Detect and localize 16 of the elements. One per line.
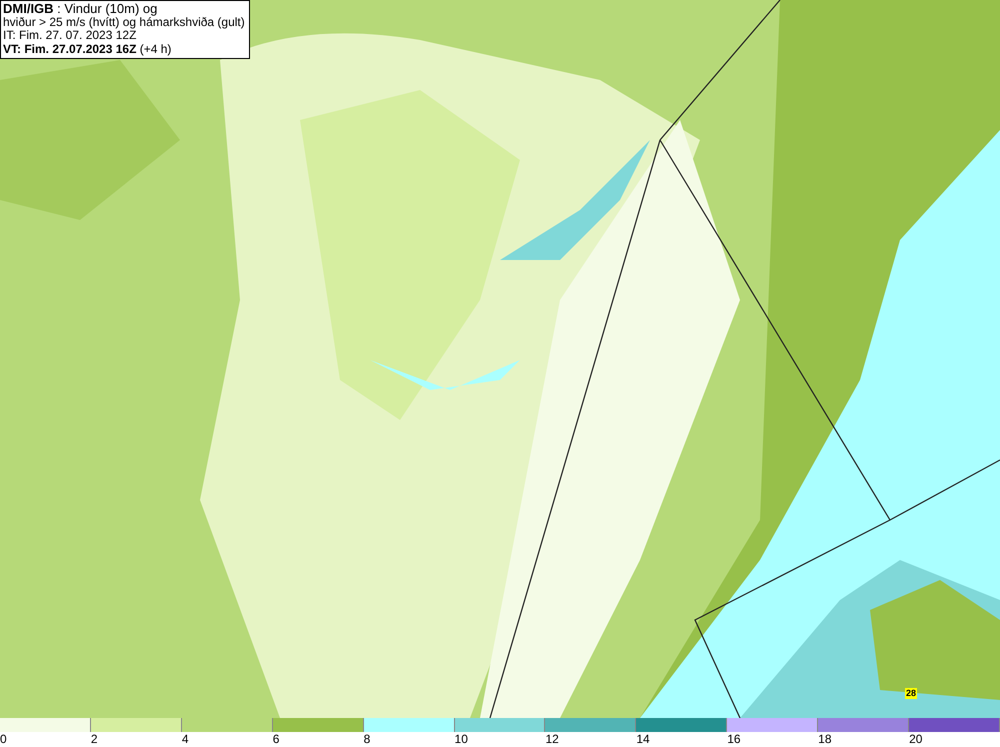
map-title-line: DMI/IGB : Vindur (10m) og — [3, 2, 158, 16]
legend-tick-label: 18 — [818, 732, 832, 747]
legend-tick-label: 6 — [272, 732, 280, 747]
legend-tick-label: 2 — [90, 732, 98, 747]
max-gust-label: 28 — [905, 688, 918, 699]
legend-tick-label: 12 — [545, 732, 559, 747]
map-title-line: VT: Fim. 27.07.2023 16Z (+4 h) — [3, 42, 172, 56]
legend-tick-label: 8 — [364, 732, 370, 747]
legend-tick-label: 14 — [636, 732, 650, 747]
legend-tick-label: 10 — [454, 732, 468, 747]
map-title-line: hviður > 25 m/s (hvítt) og hámarkshviða (gult) — [3, 16, 245, 29]
legend-tick-label: 16 — [727, 732, 741, 747]
map-title-line: IT: Fim. 27. 07. 2023 12Z — [3, 29, 138, 42]
legend-tick-label: 0 — [0, 732, 7, 747]
legend-tick-label: 4 — [182, 732, 188, 747]
legend-tick-label: 20 — [909, 732, 922, 747]
